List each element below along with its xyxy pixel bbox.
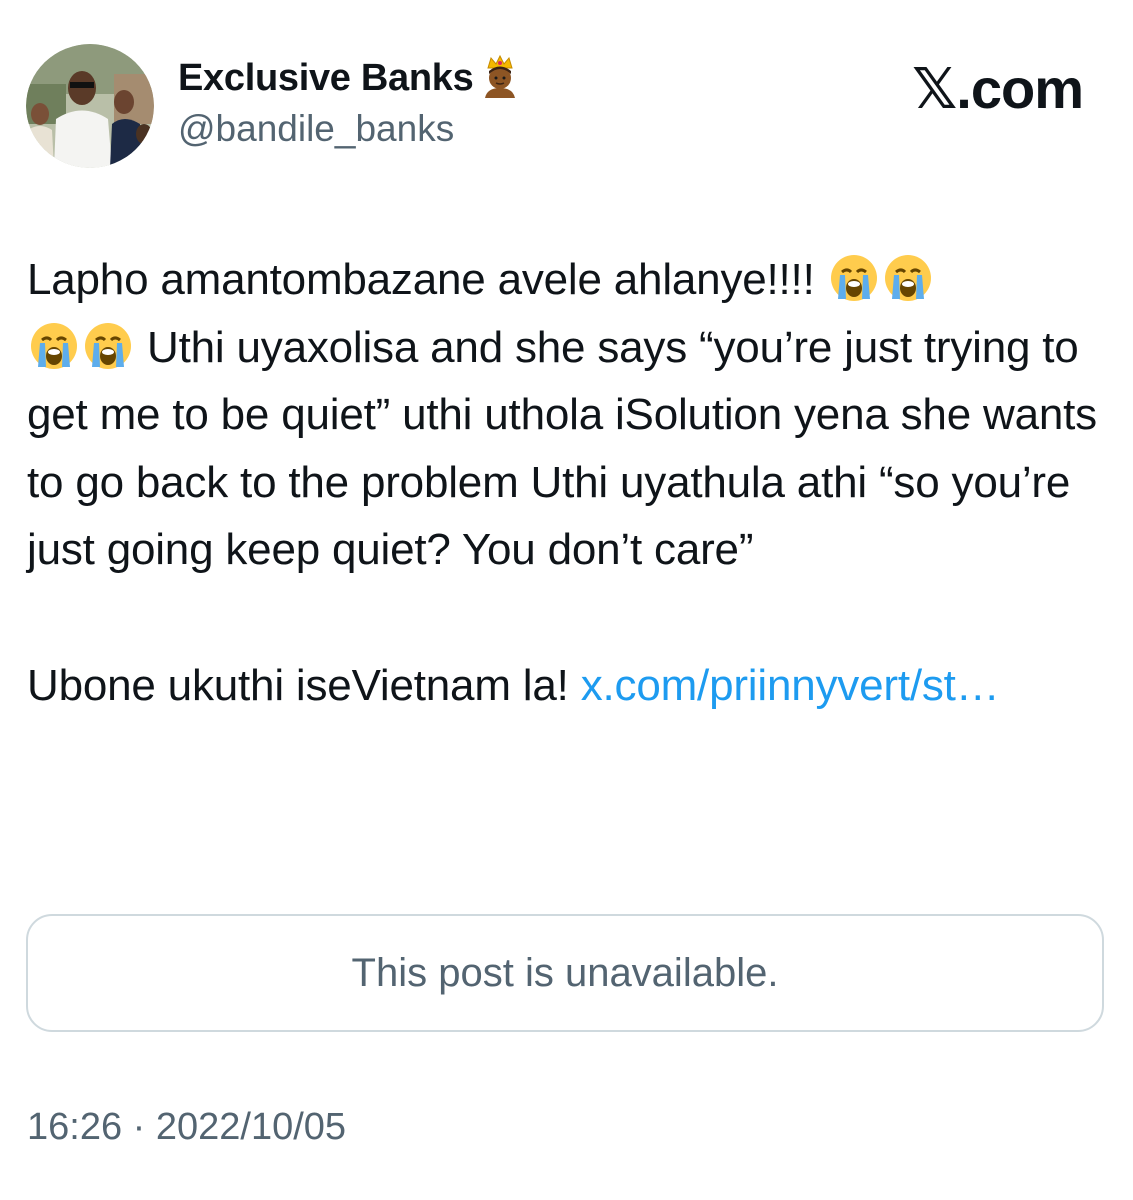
display-name-text: Exclusive Banks bbox=[178, 57, 474, 99]
display-name[interactable]: Exclusive Banks bbox=[178, 54, 521, 100]
brand-suffix: .com bbox=[956, 57, 1084, 120]
avatar-photo bbox=[26, 44, 154, 168]
tweet-link[interactable]: x.com/priinnyvert/st… bbox=[581, 661, 1000, 710]
tweet-text: Lapho amantombazane avele ahlanye!!!! Ut… bbox=[27, 246, 1107, 719]
avatar[interactable] bbox=[26, 44, 154, 168]
crown-person-emoji-icon bbox=[485, 54, 516, 98]
loudly-crying-face-icon bbox=[830, 255, 877, 301]
quoted-post-unavailable-text: This post is unavailable. bbox=[351, 950, 779, 995]
x-logo-icon: 𝕏 bbox=[912, 57, 957, 122]
post-timestamp[interactable]: 16:26 · 2022/10/05 bbox=[27, 1106, 346, 1149]
loudly-crying-face-icon bbox=[85, 322, 131, 369]
tweet-line-3: Ubone ukuthi iseVietnam la! bbox=[27, 660, 581, 710]
tweet-line-1: Lapho amantombazane avele ahlanye!!!! bbox=[27, 255, 827, 304]
tweet-line-2: Uthi uyaxolisa and she says “you’re just… bbox=[27, 322, 1109, 575]
quoted-post-card[interactable]: This post is unavailable. bbox=[26, 914, 1104, 1032]
user-handle[interactable]: @bandile_banks bbox=[178, 108, 454, 150]
loudly-crying-face-icon bbox=[884, 255, 931, 301]
loudly-crying-face-icon bbox=[31, 322, 77, 369]
x-com-logo: 𝕏.com bbox=[912, 56, 1084, 122]
